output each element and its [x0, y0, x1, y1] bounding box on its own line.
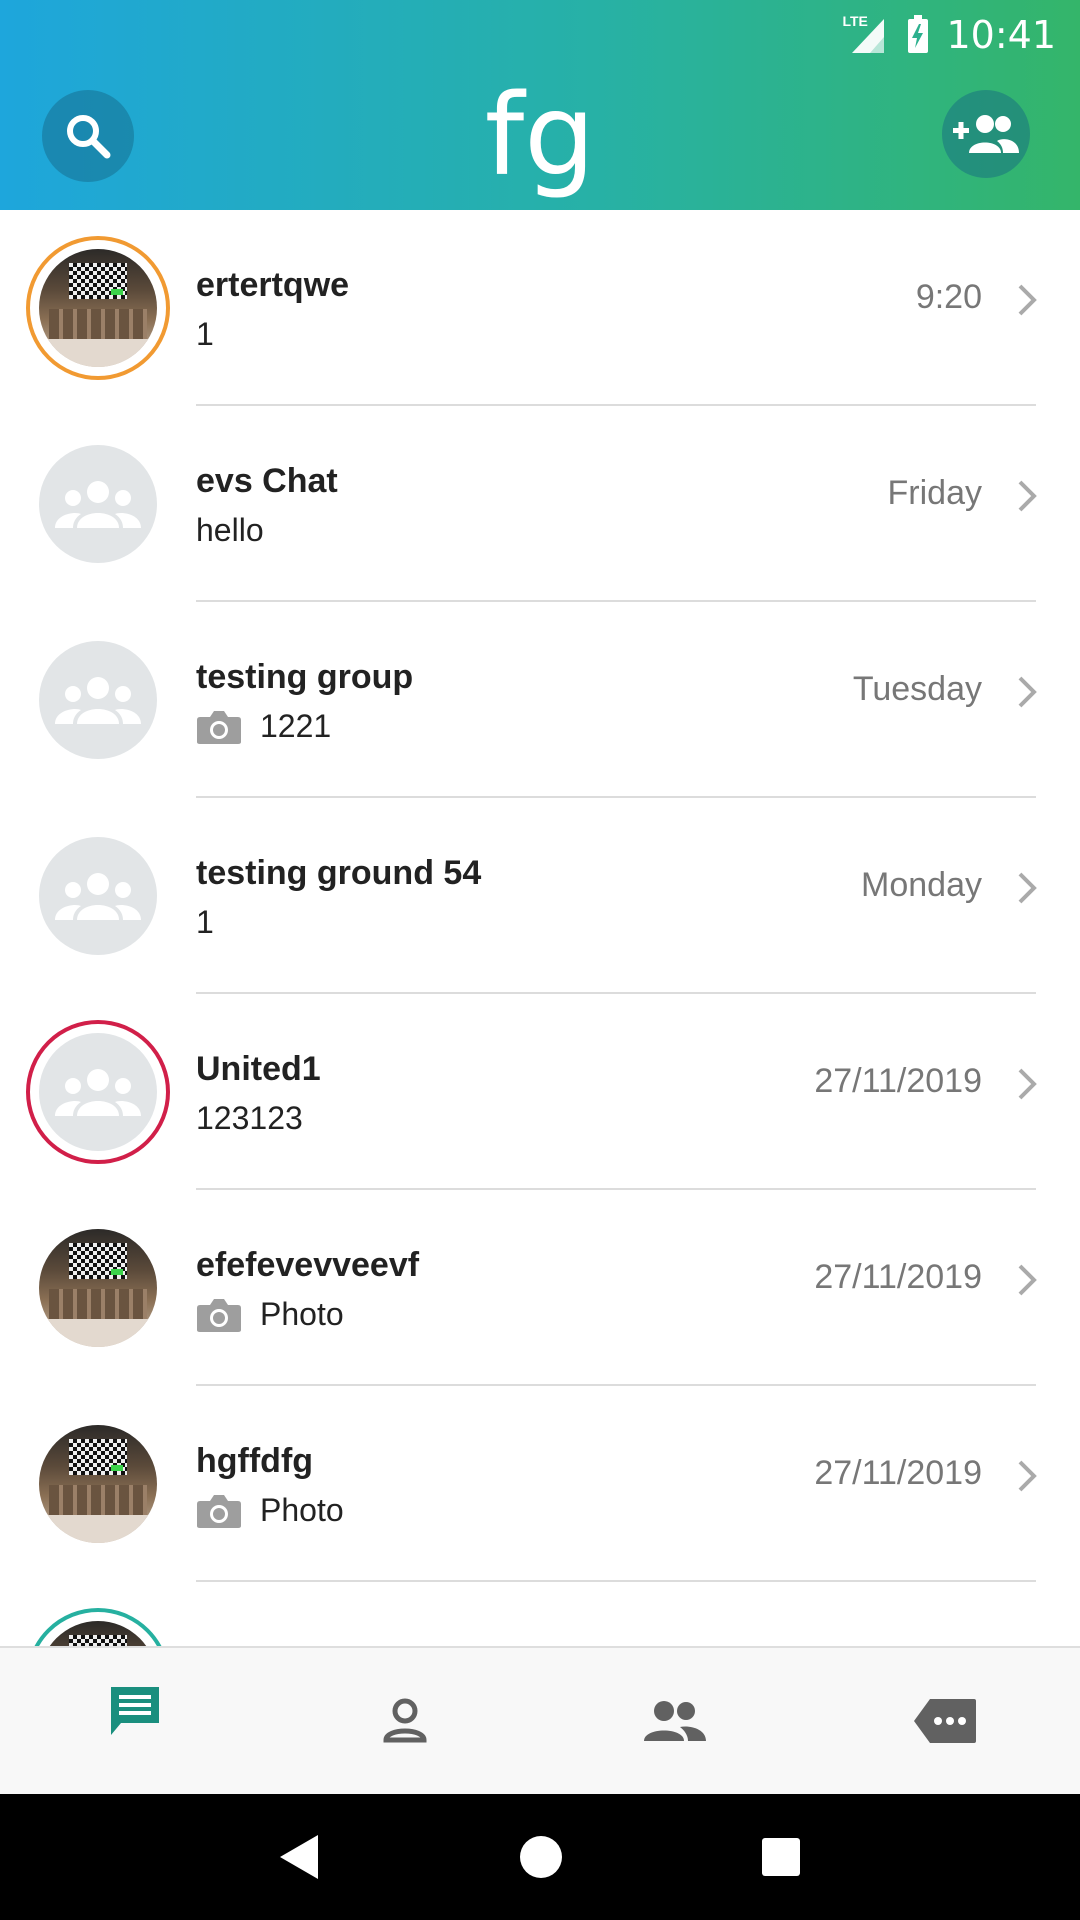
chat-time: 27/11/2019 — [814, 1062, 982, 1100]
chat-preview: 1221 — [260, 708, 332, 744]
chat-time: Monday — [861, 866, 982, 904]
battery-icon — [908, 15, 929, 53]
status-time: 10:41 — [946, 13, 1056, 57]
avatar[interactable] — [26, 1216, 170, 1360]
add-group-icon — [953, 115, 1019, 153]
chat-preview: Photo — [260, 1296, 344, 1332]
chat-preview-row: Photo — [196, 1296, 344, 1333]
chat-name: hgffdfg — [196, 1442, 314, 1480]
camera-icon — [197, 710, 241, 744]
chat-list[interactable]: ertertqwe 1 9:20 evs Chat hello Friday t… — [0, 210, 1080, 1646]
avatar[interactable] — [26, 1608, 170, 1646]
chat-preview-row: 1221 — [196, 708, 331, 745]
camera-icon — [197, 1494, 241, 1528]
chat-row-partial[interactable] — [0, 1582, 1080, 1646]
app-title: fg — [484, 71, 596, 201]
chat-name: evs Chat — [196, 462, 338, 500]
chat-row[interactable]: ertertqwe 1 9:20 — [0, 210, 1080, 406]
chat-preview: 1 — [196, 316, 214, 352]
group-avatar-icon — [39, 641, 157, 759]
avatar-photo — [39, 1229, 157, 1347]
avatar[interactable] — [26, 1412, 170, 1556]
chat-row[interactable]: evs Chat hello Friday — [0, 406, 1080, 602]
chat-time: 9:20 — [915, 278, 982, 316]
chat-time: Friday — [887, 474, 982, 512]
chat-preview: 123123 — [196, 1100, 303, 1136]
groups-icon — [644, 1701, 706, 1741]
back-icon[interactable] — [278, 1833, 322, 1881]
group-avatar-icon — [39, 1033, 157, 1151]
chevron-right-icon — [1018, 284, 1037, 316]
chat-preview-row: 123123 — [196, 1100, 303, 1137]
recents-icon[interactable] — [760, 1836, 802, 1878]
chevron-right-icon — [1018, 1068, 1037, 1100]
status-bar: LTE 10:41 — [842, 10, 1056, 60]
nav-tab-groups[interactable] — [540, 1648, 810, 1794]
app-header: LTE 10:41 fg — [0, 0, 1080, 210]
chevron-right-icon — [1018, 480, 1037, 512]
chat-row[interactable]: testing ground 54 1 Monday — [0, 798, 1080, 994]
chat-name: ertertqwe — [196, 266, 350, 304]
avatar-photo — [39, 1621, 157, 1646]
chevron-right-icon — [1018, 1264, 1037, 1296]
chat-time: 27/11/2019 — [814, 1258, 982, 1296]
chat-preview-row: 1 — [196, 316, 214, 353]
chat-name: testing group — [196, 658, 414, 696]
chats-icon — [111, 1687, 159, 1735]
signal-icon: LTE — [842, 13, 890, 55]
bottom-nav — [0, 1646, 1080, 1794]
nav-tab-contacts[interactable] — [270, 1648, 540, 1794]
chat-row[interactable]: efefevevveevf Photo 27/11/2019 — [0, 1190, 1080, 1386]
chat-row[interactable]: testing group 1221 Tuesday — [0, 602, 1080, 798]
avatar[interactable] — [26, 1020, 170, 1164]
chevron-right-icon — [1018, 872, 1037, 904]
home-icon[interactable] — [518, 1834, 564, 1880]
chat-preview-row: 1 — [196, 904, 214, 941]
avatar[interactable] — [26, 236, 170, 380]
avatar[interactable] — [26, 824, 170, 968]
system-nav-bar — [0, 1794, 1080, 1920]
contact-icon — [383, 1698, 427, 1743]
chat-preview: hello — [196, 512, 264, 548]
group-avatar-icon — [39, 837, 157, 955]
nav-tab-chats[interactable] — [0, 1648, 270, 1794]
avatar[interactable] — [26, 628, 170, 772]
chat-time: 27/11/2019 — [814, 1454, 982, 1492]
chat-row[interactable]: United1 123123 27/11/2019 — [0, 994, 1080, 1190]
chat-preview: 1 — [196, 904, 214, 940]
chat-preview-row: Photo — [196, 1492, 344, 1529]
chat-name: efefevevveevf — [196, 1246, 420, 1284]
avatar-photo — [39, 249, 157, 367]
chat-preview: Photo — [260, 1492, 344, 1528]
channels-icon — [914, 1699, 976, 1743]
chevron-right-icon — [1018, 676, 1037, 708]
chevron-right-icon — [1018, 1460, 1037, 1492]
nav-tab-channels[interactable] — [810, 1648, 1080, 1794]
avatar-photo — [39, 1425, 157, 1543]
add-group-button[interactable] — [942, 90, 1030, 178]
avatar[interactable] — [26, 432, 170, 576]
chat-row[interactable]: hgffdfg Photo 27/11/2019 — [0, 1386, 1080, 1582]
chat-name: testing ground 54 — [196, 854, 482, 892]
chat-name: United1 — [196, 1050, 321, 1088]
group-avatar-icon — [39, 445, 157, 563]
camera-icon — [197, 1298, 241, 1332]
chat-time: Tuesday — [852, 670, 982, 708]
chat-preview-row: hello — [196, 512, 264, 549]
